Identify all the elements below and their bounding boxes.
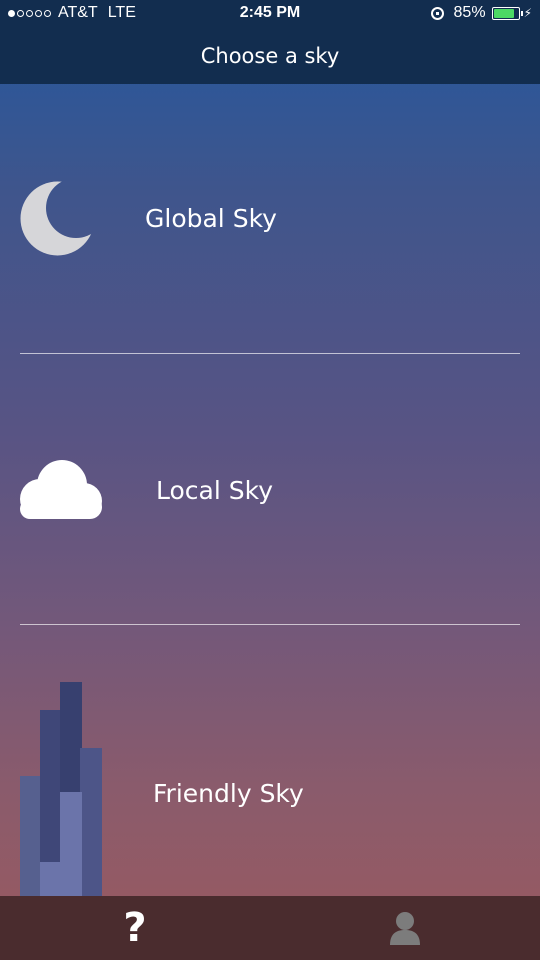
- profile-icon: [390, 912, 420, 945]
- sky-option-local[interactable]: Local Sky: [0, 355, 540, 625]
- page-title: Choose a sky: [200, 44, 340, 68]
- orientation-lock-icon: [430, 6, 444, 20]
- sky-chooser-screen: AT&T LTE 2:45 PM 85% ⚡︎ Choose a sky Glo…: [0, 0, 540, 960]
- battery-percent: 85%: [453, 4, 486, 21]
- nav-header: Choose a sky: [0, 28, 540, 84]
- tab-bar: ?: [0, 896, 540, 960]
- divider: [20, 624, 520, 625]
- help-icon: ?: [123, 905, 147, 951]
- status-bar: AT&T LTE 2:45 PM 85% ⚡︎: [0, 0, 540, 28]
- moon-icon: [20, 181, 95, 256]
- divider: [20, 353, 520, 354]
- buildings-icon: [20, 682, 102, 896]
- cloud-icon: [20, 460, 102, 519]
- sky-option-label: Global Sky: [145, 204, 277, 233]
- battery-icon: [491, 6, 523, 20]
- sky-option-friendly[interactable]: Friendly Sky: [0, 626, 540, 896]
- sky-option-global[interactable]: Global Sky: [0, 84, 540, 354]
- battery-fill: [493, 8, 514, 18]
- charging-bolt-icon: ⚡︎: [523, 6, 532, 20]
- sky-option-label: Friendly Sky: [153, 779, 304, 808]
- help-tab[interactable]: ?: [100, 896, 170, 960]
- profile-tab[interactable]: [372, 896, 438, 960]
- status-right: 85% ⚡︎: [430, 4, 532, 22]
- sky-option-label: Local Sky: [156, 476, 273, 505]
